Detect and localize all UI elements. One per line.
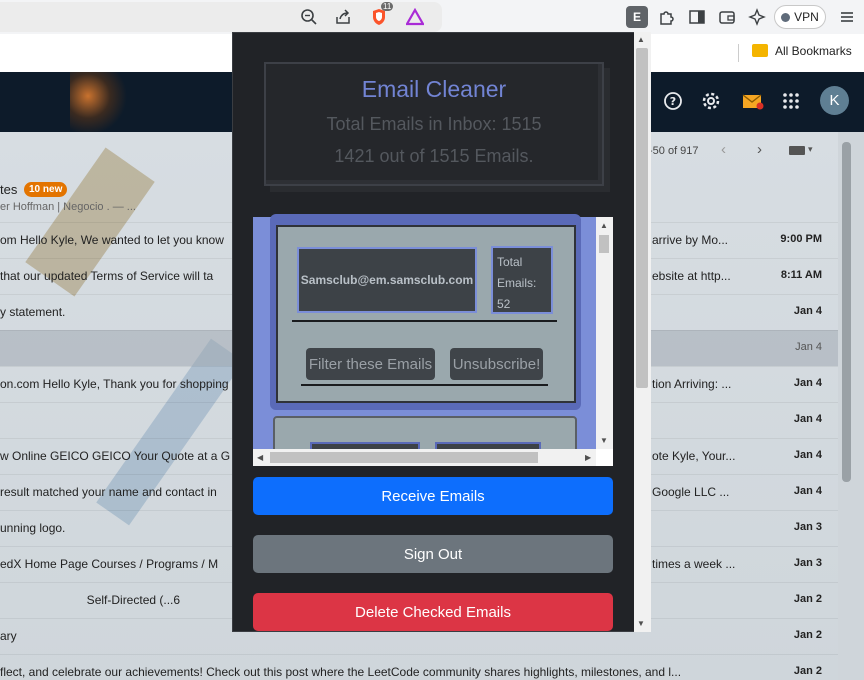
filter-emails-button[interactable]: Filter these Emails (306, 348, 435, 380)
email-snippet: that our updated Terms of Service will t… (0, 269, 214, 283)
email-date: Jan 4 (793, 449, 822, 461)
scroll-left-icon[interactable]: ◀ (257, 453, 263, 462)
brave-shield-icon[interactable]: 11 (366, 2, 394, 30)
email-date: Jan 3 (793, 521, 822, 533)
folder-icon (752, 44, 768, 57)
sign-out-button[interactable]: Sign Out (253, 535, 613, 573)
email-snippet-tail: times a week ... (652, 557, 736, 571)
sender-total-box: Total Emails: 52 (491, 246, 553, 314)
input-tools-caret-icon[interactable]: ▾ (808, 144, 813, 155)
vpn-button[interactable]: VPN (774, 5, 826, 29)
next-page-icon[interactable]: › (757, 141, 762, 158)
email-snippet: Self-Directed (...6 (0, 593, 181, 607)
email-date: Jan 4 (793, 485, 822, 497)
brave-rewards-icon[interactable] (402, 4, 428, 30)
sender-total-count: 52 (497, 297, 511, 311)
sender-email: Samsclub@em.samsclub.com (297, 247, 477, 313)
sender-list-hscroll-thumb[interactable] (270, 452, 538, 463)
bookmarks-divider (738, 44, 739, 62)
mail-notification-icon[interactable] (742, 90, 764, 112)
email-date: Jan 4 (793, 305, 822, 317)
email-date: Jan 2 (793, 629, 822, 641)
unsubscribe-button[interactable]: Unsubscribe! (450, 348, 543, 380)
popup-scroll-up-icon[interactable]: ▲ (637, 35, 645, 44)
total-emails-text: Total Emails in Inbox: 1515 (326, 114, 542, 134)
apps-grid-icon[interactable] (780, 90, 802, 112)
sidebar-toggle-icon[interactable] (684, 4, 710, 30)
email-date: Jan 4 (793, 413, 822, 425)
browser-menu-icon[interactable] (834, 4, 860, 30)
sender-total-label: Total Emails: (497, 255, 537, 290)
receive-emails-button[interactable]: Receive Emails (253, 477, 613, 515)
email-date: Jan 4 (793, 377, 822, 389)
email-snippet-tail: ebsite at http... (652, 269, 731, 283)
zoom-icon[interactable] (296, 4, 322, 30)
extension-e-badge: E (626, 6, 648, 28)
email-snippet: om Hello Kyle, We wanted to let you know (0, 233, 224, 247)
email-date: Jan 2 (793, 593, 822, 605)
popup-scrollbar-thumb[interactable] (636, 48, 648, 388)
account-avatar[interactable]: K (820, 86, 849, 115)
email-snippet: w Online GEICO GEICO Your Quote at a G (0, 449, 231, 463)
promotions-title[interactable]: tes (0, 182, 17, 197)
vpn-label: VPN (794, 10, 819, 24)
extension-e-icon[interactable]: E (624, 4, 650, 30)
scroll-up-icon[interactable]: ▲ (600, 221, 608, 230)
pagination-label: -50 of 917 (649, 145, 699, 157)
email-date: Jan 3 (793, 557, 822, 569)
scroll-right-icon[interactable]: ▶ (585, 453, 591, 462)
page-scrollbar-thumb[interactable] (842, 142, 851, 482)
email-snippet: result matched your name and contact in (0, 485, 217, 499)
wallet-icon[interactable] (714, 4, 740, 30)
delete-checked-emails-button[interactable]: Delete Checked Emails (253, 593, 613, 631)
popup-title: Email Cleaner (361, 76, 507, 102)
email-date: Jan 2 (793, 665, 822, 677)
vpn-status-dot (781, 12, 791, 22)
sender-list-vscroll-thumb[interactable] (599, 235, 609, 253)
input-tools-icon[interactable] (789, 146, 805, 155)
email-snippet-tail: ote Kyle, Your... (652, 449, 736, 463)
promotions-senders: er Hoffman | Negocio . — ... (0, 201, 136, 213)
email-snippet: edX Home Page Courses / Programs / M (0, 557, 219, 571)
email-snippet: flect, and celebrate our achievements! C… (0, 665, 682, 679)
email-date: 9:00 PM (780, 233, 822, 245)
email-snippet: unning logo. (0, 521, 66, 535)
help-icon[interactable]: ? (662, 90, 684, 112)
divider (292, 320, 557, 322)
email-row[interactable]: flect, and celebrate our achievements! C… (0, 654, 838, 680)
email-snippet: on.com Hello Kyle, Thank you for shoppin… (0, 377, 229, 391)
progress-text: 1421 out of 1515 Emails. (334, 146, 534, 166)
leo-ai-icon[interactable] (744, 4, 770, 30)
email-snippet: ary (0, 629, 17, 643)
popup-scroll-down-icon[interactable]: ▼ (637, 619, 645, 628)
divider (301, 384, 548, 386)
email-snippet-tail: arrive by Mo... (652, 233, 729, 247)
email-snippet: y statement. (0, 305, 66, 319)
email-date: Jan 4 (795, 341, 822, 353)
new-count-badge: 10 new (24, 182, 68, 197)
theme-flame (70, 72, 130, 132)
extensions-puzzle-icon[interactable] (654, 4, 680, 30)
scroll-down-icon[interactable]: ▼ (600, 436, 608, 445)
all-bookmarks-link[interactable]: All Bookmarks (775, 44, 852, 58)
svg-text:?: ? (670, 95, 676, 108)
prev-page-icon[interactable]: ‹ (721, 141, 726, 158)
email-date: 8:11 AM (780, 269, 822, 281)
email-snippet-tail: Google LLC ... (652, 485, 730, 499)
shield-count-badge: 11 (381, 2, 394, 11)
email-snippet-tail: tion Arriving: ... (652, 377, 732, 391)
share-icon[interactable] (330, 4, 356, 30)
settings-gear-icon[interactable] (700, 90, 722, 112)
